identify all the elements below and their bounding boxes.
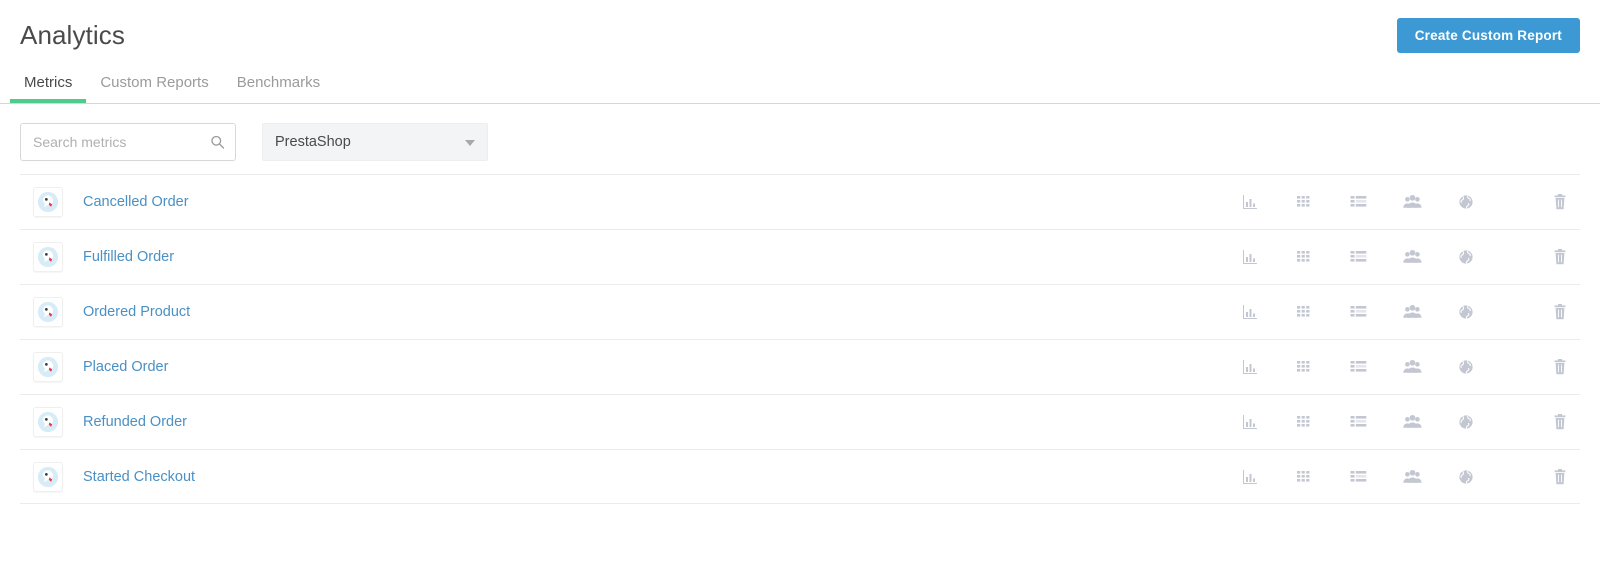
list-detail-icon[interactable] <box>1348 302 1368 322</box>
tab-metrics-label: Metrics <box>24 74 73 91</box>
prestashop-logo-icon <box>33 352 63 382</box>
row-actions <box>1240 395 1580 449</box>
page-header: Analytics Create Custom Report Metrics C… <box>0 0 1600 104</box>
chart-icon[interactable] <box>1240 467 1260 487</box>
chart-icon[interactable] <box>1240 357 1260 377</box>
globe-icon[interactable] <box>1456 302 1476 322</box>
metric-identity: Fulfilled Order <box>20 242 174 272</box>
page-title: Analytics <box>20 20 125 50</box>
search-icon[interactable] <box>210 135 225 150</box>
people-icon[interactable] <box>1402 467 1422 487</box>
trash-icon[interactable] <box>1550 357 1570 377</box>
search-metrics-box[interactable] <box>20 123 236 161</box>
trash-icon[interactable] <box>1550 192 1570 212</box>
metrics-list: Cancelled Order Fulfilled Order Ordered … <box>0 174 1600 504</box>
globe-icon[interactable] <box>1456 357 1476 377</box>
tab-benchmarks-label: Benchmarks <box>236 74 321 91</box>
chart-icon[interactable] <box>1240 302 1260 322</box>
metric-name-link[interactable]: Cancelled Order <box>83 194 189 210</box>
metric-identity: Started Checkout <box>20 461 195 492</box>
prestashop-logo-icon <box>33 187 63 217</box>
chevron-down-icon[interactable] <box>465 140 475 146</box>
tab-bar: Metrics Custom Reports Benchmarks <box>10 73 334 103</box>
globe-icon[interactable] <box>1456 412 1476 432</box>
trash-icon[interactable] <box>1550 302 1570 322</box>
table-row: Started Checkout <box>20 449 1580 504</box>
grid-icon[interactable] <box>1294 192 1314 212</box>
data-source-select-value: PrestaShop <box>275 134 351 150</box>
table-row: Cancelled Order <box>20 174 1580 229</box>
list-detail-icon[interactable] <box>1348 412 1368 432</box>
row-actions <box>1240 230 1580 284</box>
people-icon[interactable] <box>1402 412 1422 432</box>
table-row: Refunded Order <box>20 394 1580 449</box>
metric-name-link[interactable]: Fulfilled Order <box>83 249 174 265</box>
people-icon[interactable] <box>1402 357 1422 377</box>
list-detail-icon[interactable] <box>1348 357 1368 377</box>
grid-icon[interactable] <box>1294 357 1314 377</box>
metric-identity: Ordered Product <box>20 297 190 327</box>
metric-name-link[interactable]: Placed Order <box>83 359 168 375</box>
tab-custom-reports-label: Custom Reports <box>100 74 209 91</box>
grid-icon[interactable] <box>1294 302 1314 322</box>
grid-icon[interactable] <box>1294 412 1314 432</box>
metric-name-link[interactable]: Ordered Product <box>83 304 190 320</box>
prestashop-logo-icon <box>33 242 63 272</box>
row-actions <box>1240 285 1580 339</box>
table-row: Fulfilled Order <box>20 229 1580 284</box>
chart-icon[interactable] <box>1240 412 1260 432</box>
trash-icon[interactable] <box>1550 467 1570 487</box>
trash-icon[interactable] <box>1550 247 1570 267</box>
metric-identity: Refunded Order <box>20 407 187 437</box>
analytics-page: Analytics Create Custom Report Metrics C… <box>0 0 1600 572</box>
globe-icon[interactable] <box>1456 467 1476 487</box>
globe-icon[interactable] <box>1456 192 1476 212</box>
metric-identity: Placed Order <box>20 352 168 382</box>
chart-icon[interactable] <box>1240 192 1260 212</box>
table-row: Ordered Product <box>20 284 1580 339</box>
trash-icon[interactable] <box>1550 412 1570 432</box>
prestashop-logo-icon <box>33 461 63 492</box>
chart-icon[interactable] <box>1240 247 1260 267</box>
search-input[interactable] <box>21 124 235 160</box>
table-row: Placed Order <box>20 339 1580 394</box>
tab-benchmarks[interactable]: Benchmarks <box>223 73 334 103</box>
people-icon[interactable] <box>1402 247 1422 267</box>
list-detail-icon[interactable] <box>1348 467 1368 487</box>
list-detail-icon[interactable] <box>1348 192 1368 212</box>
row-actions <box>1240 340 1580 394</box>
row-actions <box>1240 175 1580 229</box>
metric-identity: Cancelled Order <box>20 187 189 217</box>
prestashop-logo-icon <box>33 407 63 437</box>
globe-icon[interactable] <box>1456 247 1476 267</box>
grid-icon[interactable] <box>1294 247 1314 267</box>
grid-icon[interactable] <box>1294 467 1314 487</box>
create-custom-report-button[interactable]: Create Custom Report <box>1396 18 1580 53</box>
prestashop-logo-icon <box>33 297 63 327</box>
tab-custom-reports[interactable]: Custom Reports <box>86 73 222 103</box>
tab-metrics[interactable]: Metrics <box>10 73 87 103</box>
people-icon[interactable] <box>1402 302 1422 322</box>
row-actions <box>1240 450 1580 503</box>
data-source-select[interactable]: PrestaShop <box>262 123 488 161</box>
people-icon[interactable] <box>1402 192 1422 212</box>
list-detail-icon[interactable] <box>1348 247 1368 267</box>
metric-name-link[interactable]: Started Checkout <box>83 469 195 485</box>
filter-bar: PrestaShop <box>0 104 1600 174</box>
metric-name-link[interactable]: Refunded Order <box>83 414 187 430</box>
